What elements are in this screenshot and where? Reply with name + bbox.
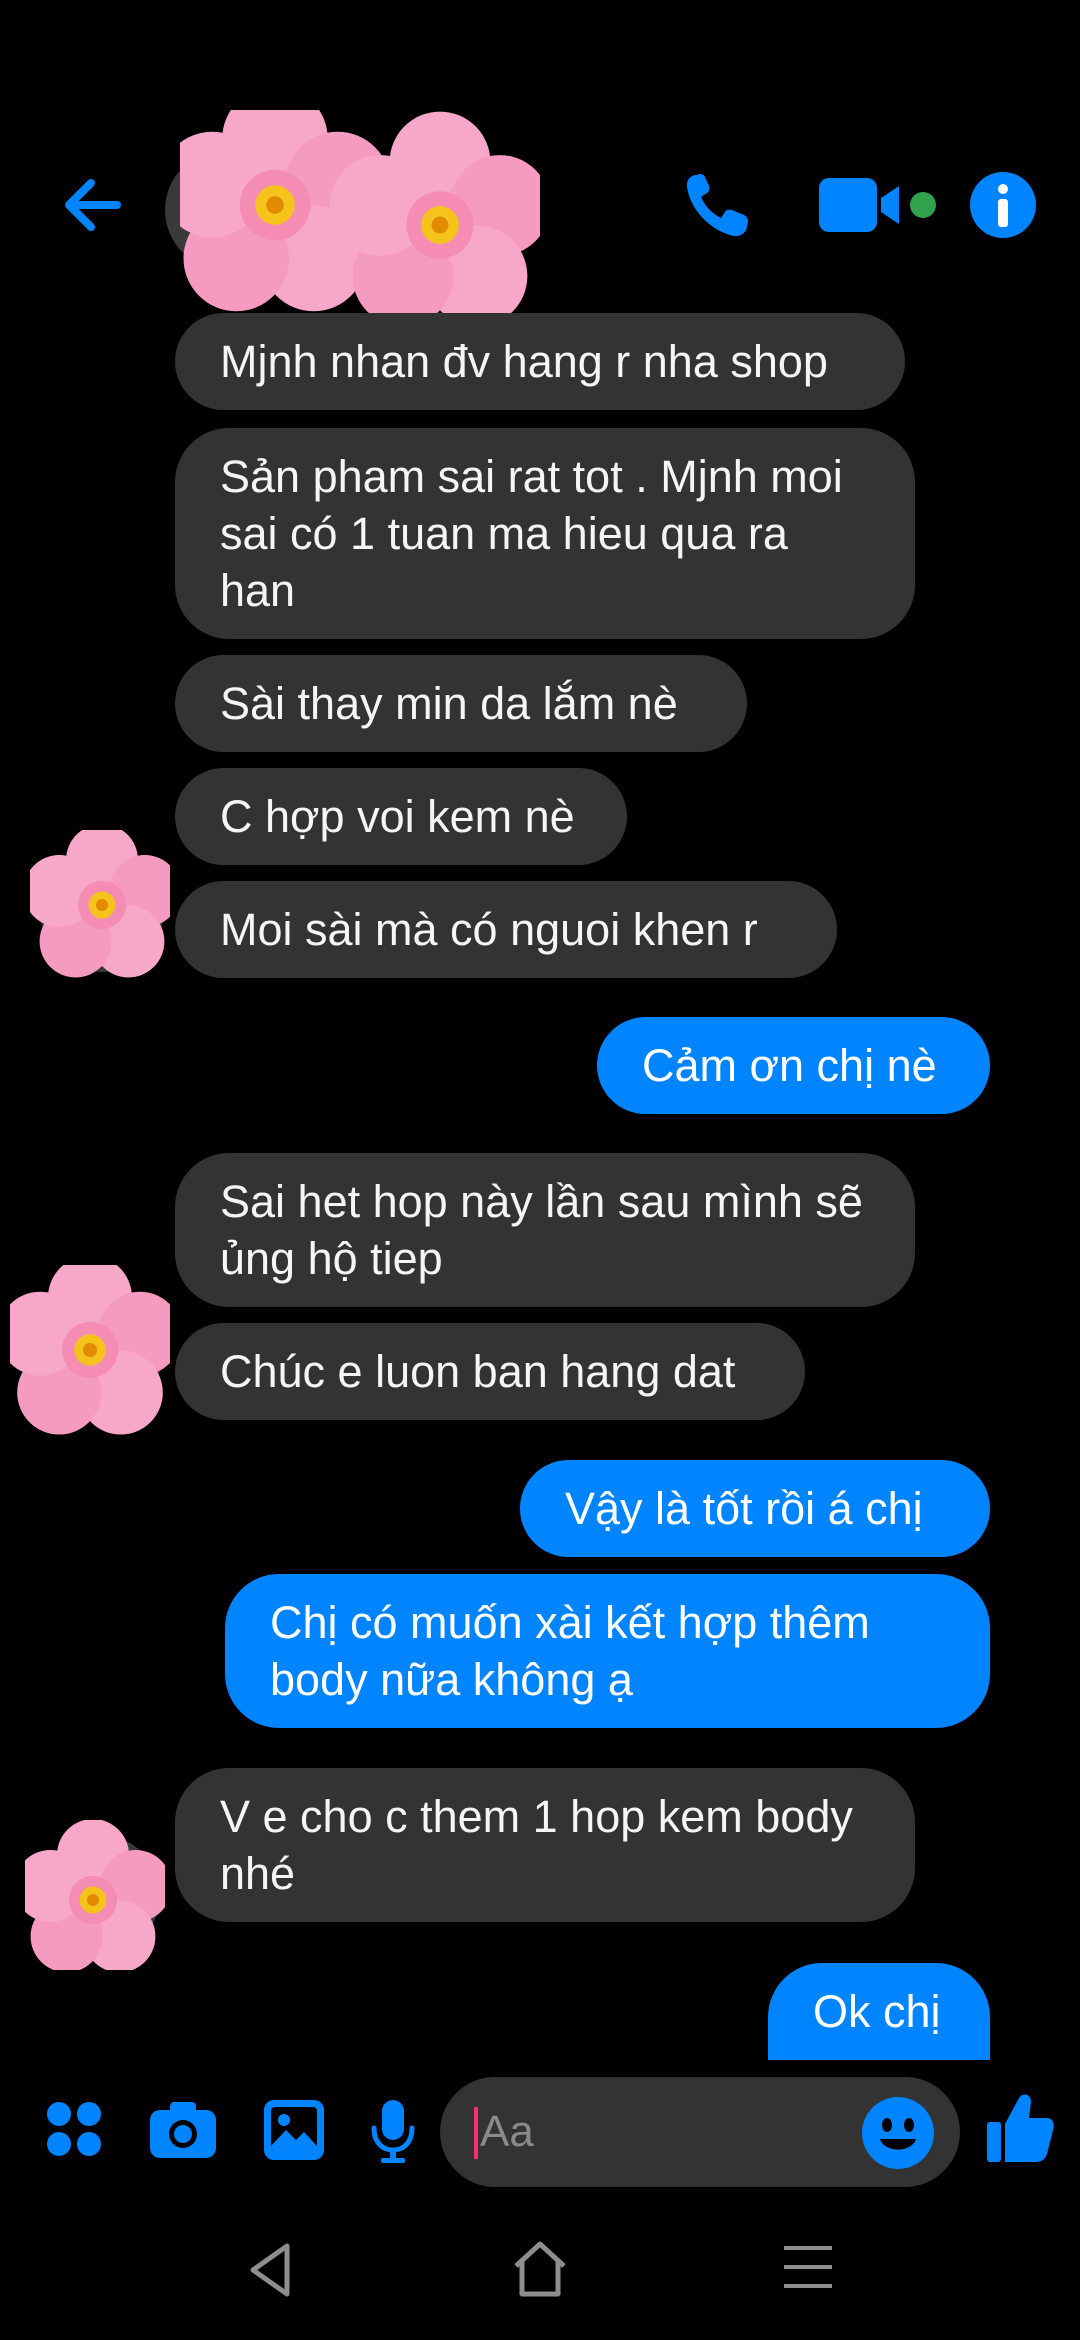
message-bubble[interactable]: C hợp voi kem nè xyxy=(175,768,627,865)
message-bubble[interactable]: Cảm ơn chị nè xyxy=(597,1017,990,1114)
camera-button[interactable] xyxy=(148,2098,218,2165)
nav-back-icon xyxy=(250,2243,290,2297)
nav-home-button[interactable] xyxy=(510,2238,570,2305)
message-bubble[interactable]: Sài thay min da lắm nè xyxy=(175,655,747,752)
phone-icon xyxy=(686,174,748,237)
info-button[interactable] xyxy=(968,170,1038,240)
arrow-left-icon xyxy=(65,179,121,231)
message-input[interactable]: Aa xyxy=(440,2077,960,2187)
nav-menu-button[interactable] xyxy=(780,2242,836,2297)
camera-icon xyxy=(150,2102,216,2158)
message-composer: Aa xyxy=(0,2070,1080,2200)
text-caret xyxy=(474,2107,478,2159)
message-bubble[interactable]: Sản pham sai rat tot . Mjnh moi sai có 1… xyxy=(175,428,915,639)
sender-avatar xyxy=(25,1820,165,1970)
nav-home-icon xyxy=(514,2241,566,2297)
gallery-button[interactable] xyxy=(262,2098,326,2167)
microphone-icon xyxy=(371,2100,415,2163)
back-button[interactable] xyxy=(55,165,135,245)
like-button[interactable] xyxy=(985,2092,1055,2169)
info-icon xyxy=(970,172,1036,238)
flower-sticker xyxy=(180,110,540,320)
message-bubble[interactable]: Chúc e luon ban hang dat xyxy=(175,1323,805,1420)
message-bubble[interactable]: Moi sài mà có nguoi khen r xyxy=(175,881,837,978)
nav-menu-icon xyxy=(784,2246,832,2288)
message-bubble[interactable]: Vậy là tốt rồi á chị xyxy=(520,1460,990,1557)
message-bubble[interactable]: V e cho c them 1 hop kem body nhé xyxy=(175,1768,915,1922)
video-camera-icon xyxy=(819,178,936,232)
voice-message-button[interactable] xyxy=(368,2098,418,2169)
input-placeholder: Aa xyxy=(480,2107,534,2156)
video-call-button[interactable] xyxy=(815,170,945,240)
grid-icon xyxy=(47,2102,101,2156)
message-bubble[interactable]: Ok chị xyxy=(768,1963,990,2060)
apps-button[interactable] xyxy=(45,2100,105,2165)
message-bubble[interactable]: Mjnh nhan đv hang r nha shop xyxy=(175,313,905,410)
message-bubble[interactable]: Sai het hop này lần sau mình sẽ ủng hộ t… xyxy=(175,1153,915,1307)
emoji-icon[interactable] xyxy=(860,2095,936,2171)
sender-avatar xyxy=(10,1265,170,1435)
thumbs-up-icon xyxy=(987,2094,1054,2162)
nav-back-button[interactable] xyxy=(245,2240,295,2305)
voice-call-button[interactable] xyxy=(678,165,758,245)
system-navigation-bar xyxy=(0,2200,1080,2340)
image-icon xyxy=(264,2100,324,2160)
message-bubble[interactable]: Chị có muốn xài kết hợp thêm body nữa kh… xyxy=(225,1574,990,1728)
chat-header xyxy=(0,110,1080,320)
sender-avatar xyxy=(30,830,170,978)
